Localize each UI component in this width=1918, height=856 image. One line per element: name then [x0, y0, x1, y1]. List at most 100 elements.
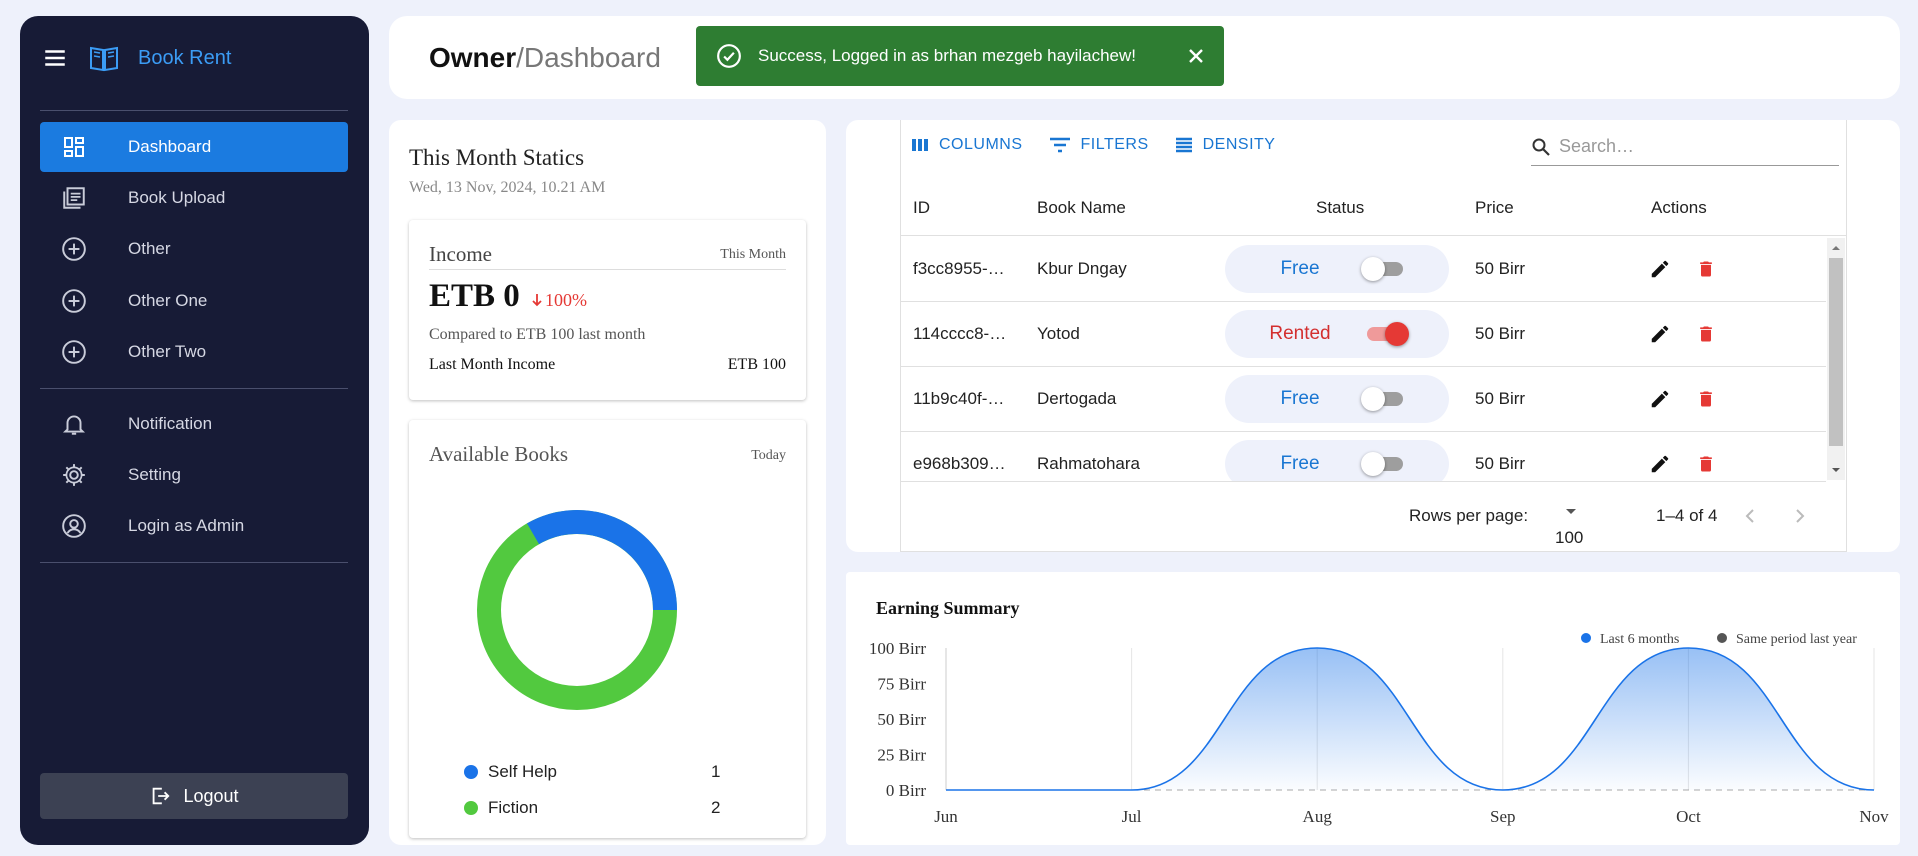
income-amount: ETB 0	[429, 278, 520, 314]
sidebar-divider	[40, 110, 348, 111]
edit-icon[interactable]	[1649, 258, 1671, 280]
x-tick-label: Jul	[1122, 807, 1142, 826]
table-row[interactable]: 114cccc8-… Yotod Rented 50 Birr	[901, 302, 1826, 367]
sidebar-item-label: Other One	[128, 291, 208, 310]
earning-summary-title: Earning Summary	[876, 598, 1020, 618]
sidebar-item-label: Other	[128, 239, 171, 258]
status-pill: Free	[1225, 375, 1449, 423]
edit-icon[interactable]	[1649, 323, 1671, 345]
column-header-price[interactable]: Price	[1475, 198, 1514, 218]
legend-marker	[1581, 633, 1591, 643]
filters-button[interactable]: FILTERS	[1049, 136, 1149, 154]
breadcrumb-page: Dashboard	[523, 42, 661, 73]
next-page-icon[interactable]	[1793, 508, 1807, 524]
status-text: Free	[1280, 388, 1320, 409]
sidebar-item-other[interactable]: Other	[40, 224, 348, 274]
breadcrumb-separator: /	[516, 42, 524, 73]
pagination-range: 1–4 of 4	[1656, 506, 1718, 525]
x-tick-label: Jun	[934, 807, 958, 826]
status-toggle[interactable]	[1361, 257, 1403, 281]
dashboard-icon	[60, 133, 88, 161]
book-upload-icon	[60, 184, 88, 212]
search-icon	[1532, 138, 1550, 156]
delete-icon[interactable]	[1696, 388, 1716, 410]
book-logo-icon	[90, 46, 118, 72]
table-row[interactable]: f3cc8955-… Kbur Dngay Free 50 Birr	[901, 237, 1826, 302]
table-row[interactable]: e968b309… Rahmatohara Free 50 Birr	[901, 432, 1826, 482]
legend-dot	[464, 765, 478, 779]
density-icon	[1175, 137, 1192, 153]
statics-date: Wed, 13 Nov, 2024, 10.21 AM	[409, 179, 606, 196]
toggle-knob	[1361, 257, 1385, 281]
scroll-up-arrow-icon[interactable]	[1827, 242, 1845, 254]
logout-button[interactable]: Logout	[40, 773, 348, 819]
top-header: Owner/Dashboard Success, Logged in as br…	[389, 16, 1900, 99]
column-header-status[interactable]: Status	[1316, 198, 1364, 218]
legend-count: 2	[711, 798, 721, 817]
cell-book-name: Dertogada	[1037, 389, 1117, 408]
columns-label: COLUMNS	[939, 136, 1023, 153]
cell-id: 114cccc8-…	[913, 324, 1007, 343]
delete-icon[interactable]	[1696, 453, 1716, 475]
scrollbar-thumb[interactable]	[1829, 258, 1843, 446]
table-row[interactable]: 11b9c40f-… Dertogada Free 50 Birr	[901, 367, 1826, 432]
legend-label: Self Help	[488, 762, 557, 781]
table-header-row: ID Book Name Status Price Actions	[901, 178, 1847, 236]
y-tick-label: 50 Birr	[877, 710, 926, 729]
status-toggle[interactable]	[1367, 322, 1409, 346]
sidebar-item-setting[interactable]: Setting	[40, 450, 348, 500]
search-input[interactable]	[1559, 136, 1819, 157]
prev-page-icon[interactable]	[1743, 508, 1757, 524]
status-pill: Free	[1225, 245, 1449, 293]
sidebar-item-notification[interactable]: Notification	[40, 399, 348, 449]
income-divider	[429, 269, 786, 270]
available-books-donut-chart	[477, 510, 677, 710]
rows-per-page-select[interactable]: 100	[1555, 506, 1583, 547]
delete-icon[interactable]	[1696, 258, 1716, 280]
status-text: Free	[1280, 258, 1320, 279]
column-header-actions: Actions	[1651, 198, 1707, 217]
status-toggle[interactable]	[1361, 452, 1403, 476]
available-books-label: Available Books	[429, 442, 569, 466]
sidebar-header: Book Rent	[42, 36, 231, 80]
sidebar-item-label: Other Two	[128, 342, 207, 361]
columns-button[interactable]: COLUMNS	[911, 136, 1023, 154]
delete-icon[interactable]	[1696, 323, 1716, 345]
close-icon[interactable]	[1186, 46, 1206, 66]
gear-icon	[60, 461, 88, 489]
sidebar-item-label: Notification	[128, 414, 213, 433]
sidebar-item-other-one[interactable]: Other One	[40, 276, 348, 326]
rows-per-page-label: Rows per page:	[1409, 506, 1529, 525]
y-tick-label: 25 Birr	[877, 746, 926, 765]
density-button[interactable]: DENSITY	[1175, 136, 1276, 154]
x-tick-label: Sep	[1490, 807, 1516, 826]
sidebar-divider	[40, 388, 348, 389]
column-header-book-name[interactable]: Book Name	[1037, 198, 1126, 218]
user-circle-icon	[60, 512, 88, 540]
income-card: Income This Month ETB 0 100% Compared to…	[409, 220, 806, 400]
edit-icon[interactable]	[1649, 453, 1671, 475]
vertical-scrollbar[interactable]	[1827, 238, 1845, 480]
logout-label: Logout	[183, 785, 239, 806]
grid-pagination: Rows per page: 100 1–4 of 4	[901, 484, 1847, 550]
status-pill: Free	[1225, 440, 1449, 481]
sidebar-item-book-upload[interactable]: Book Upload	[40, 173, 348, 223]
status-pill: Rented	[1225, 310, 1449, 358]
hamburger-menu-icon[interactable]	[42, 45, 68, 71]
sidebar-item-login-admin[interactable]: Login as Admin	[40, 501, 348, 551]
status-toggle[interactable]	[1361, 387, 1403, 411]
arrow-down-icon	[532, 294, 542, 307]
grid-toolbar: COLUMNS FILTERS DENSITY	[911, 136, 1301, 154]
sidebar-divider	[40, 562, 348, 563]
column-header-id[interactable]: ID	[913, 198, 930, 218]
last-month-income-value: ETB 100	[727, 356, 786, 373]
scroll-down-arrow-icon[interactable]	[1827, 464, 1845, 476]
edit-icon[interactable]	[1649, 388, 1671, 410]
sidebar-item-dashboard[interactable]: Dashboard	[40, 122, 348, 172]
toast-message: Success, Logged in as brhan mezgeb hayil…	[758, 46, 1137, 65]
app-brand: Book Rent	[138, 46, 232, 69]
breadcrumb-role: Owner	[429, 42, 517, 73]
columns-icon	[912, 139, 928, 151]
sidebar-item-other-two[interactable]: Other Two	[40, 327, 348, 377]
books-data-grid: COLUMNS FILTERS DENSITY ID Book Name Sta…	[900, 120, 1847, 552]
